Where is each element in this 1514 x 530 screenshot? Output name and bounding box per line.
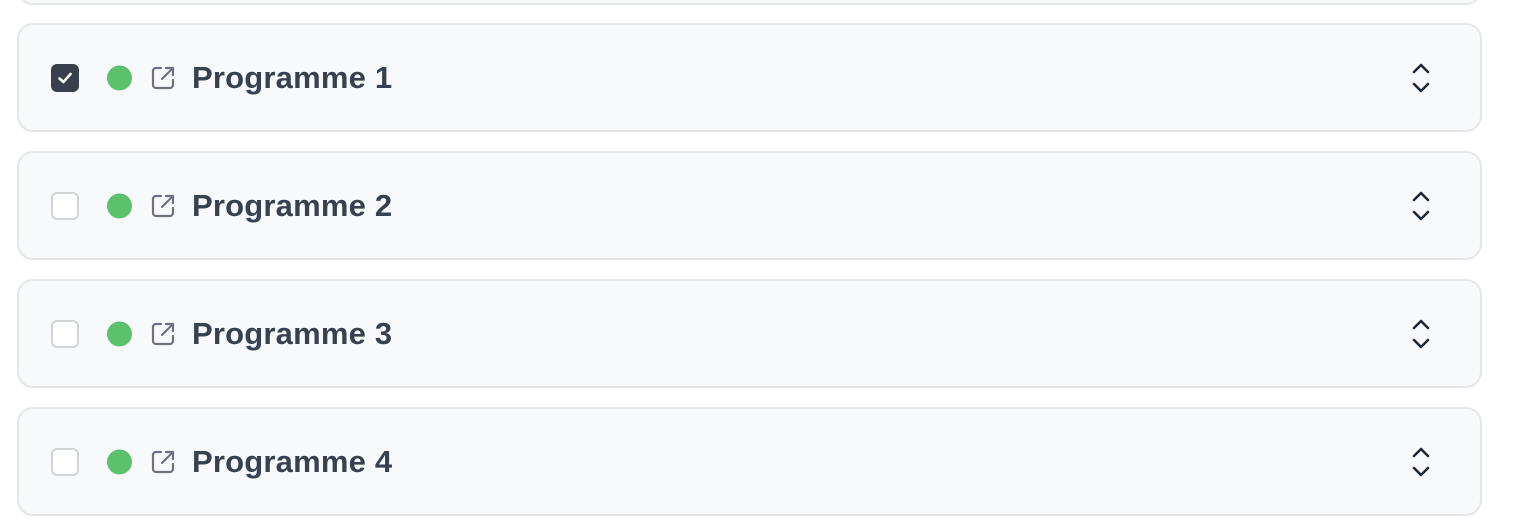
programme-row: Programme 1 [19,25,1480,130]
chevron-up-down-icon[interactable] [1406,316,1436,352]
programme-card-3[interactable]: Programme 3 [17,279,1482,388]
programme-checkbox[interactable] [51,447,79,476]
status-dot [107,321,132,346]
programme-checkbox[interactable] [51,319,79,348]
status-dot [107,449,132,474]
status-dot [107,193,132,218]
programme-card-2[interactable]: Programme 2 [17,151,1482,260]
programme-label: Programme 4 [192,443,393,479]
external-link-icon[interactable] [148,447,178,477]
programme-label: Programme 1 [192,59,393,95]
programme-checkbox[interactable] [51,191,79,220]
programme-checkbox[interactable] [51,63,79,92]
chevron-up-down-icon[interactable] [1406,188,1436,224]
external-link-icon[interactable] [148,191,178,221]
programme-row: Programme 2 [19,153,1480,258]
external-link-icon[interactable] [148,63,178,93]
programme-card-4[interactable]: Programme 4 [17,407,1482,516]
status-dot [107,65,132,90]
programme-row: Programme 3 [19,281,1480,386]
programme-list: Programme 1 Programme 2 Programme 3 Prog… [0,0,1514,530]
programme-row: Programme 4 [19,409,1480,514]
programme-label: Programme 3 [192,315,393,351]
programme-label: Programme 2 [192,187,393,223]
chevron-up-down-icon[interactable] [1406,444,1436,480]
check-icon [58,72,72,83]
chevron-up-down-icon[interactable] [1406,60,1436,96]
programme-card-1[interactable]: Programme 1 [17,23,1482,132]
external-link-icon[interactable] [148,319,178,349]
programme-card-partial [17,0,1482,5]
